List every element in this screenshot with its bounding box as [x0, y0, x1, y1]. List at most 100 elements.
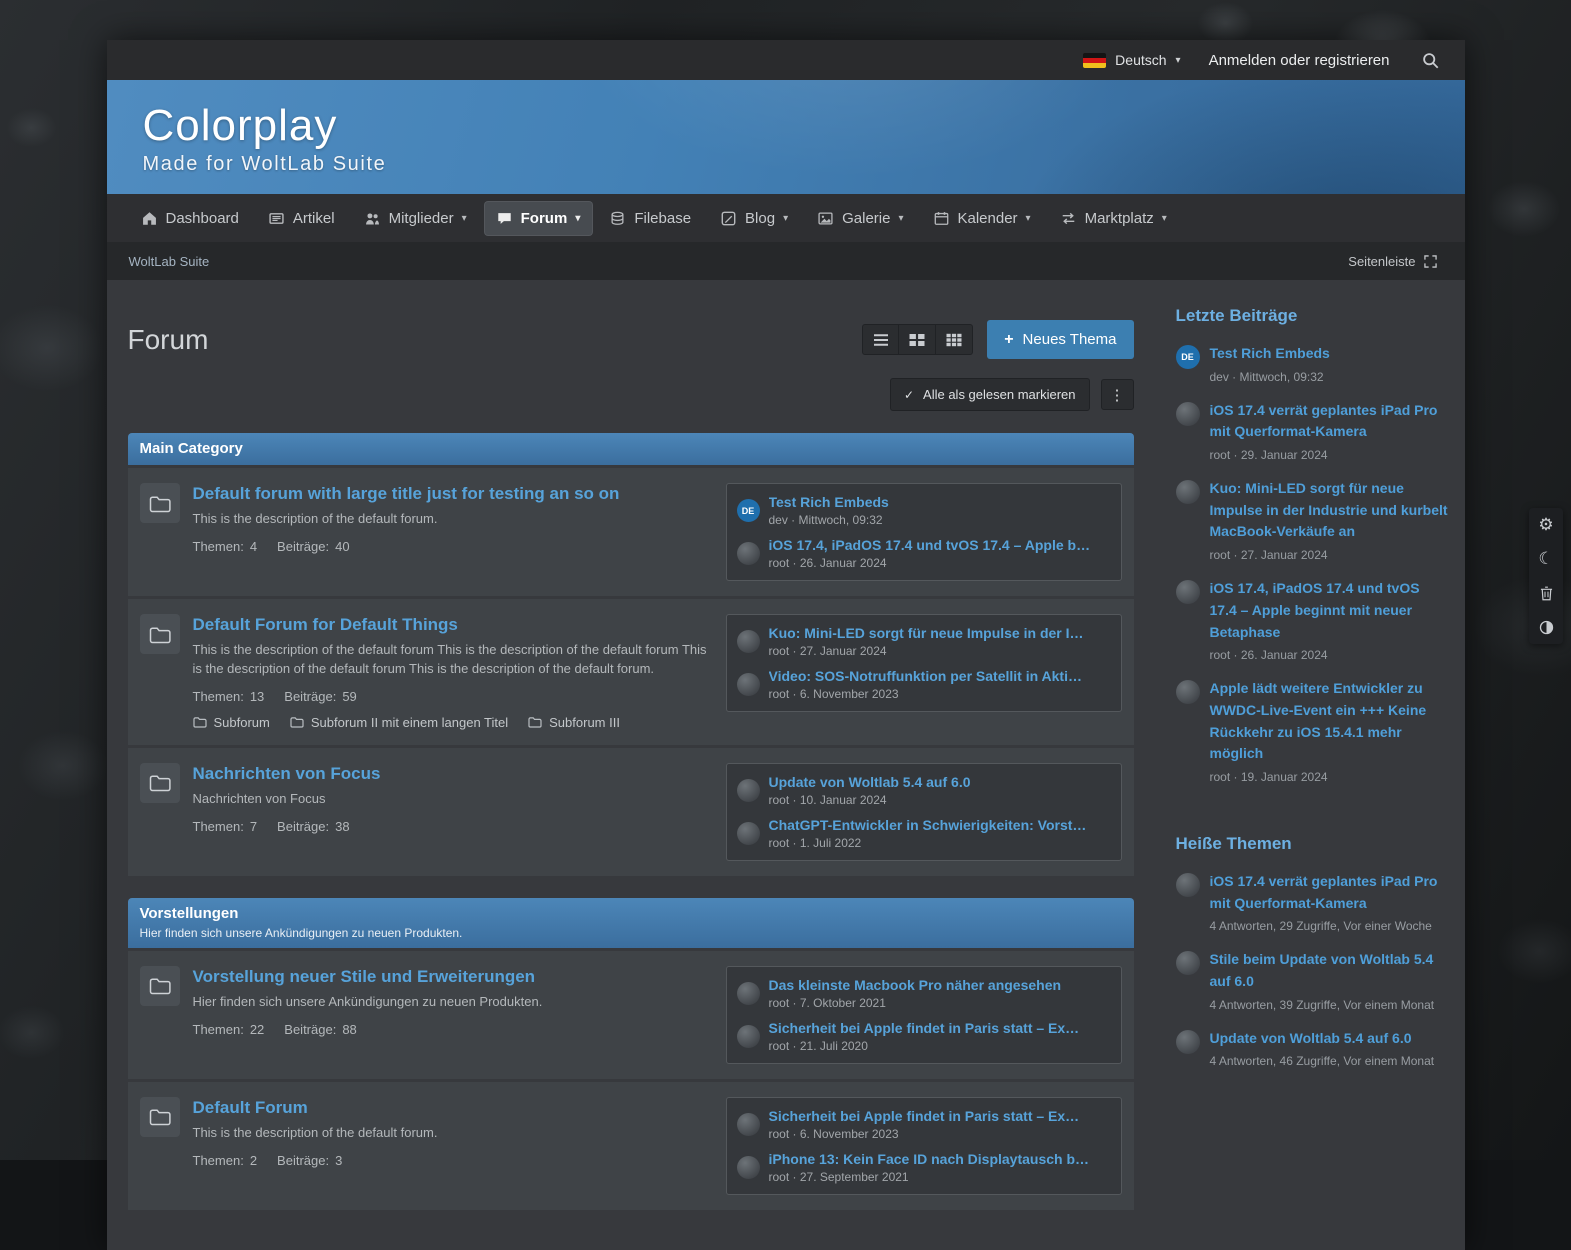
post-title-link[interactable]: iPhone 13: Kein Face ID nach Displaytaus…: [769, 1151, 1111, 1167]
forum-title-link[interactable]: Nachrichten von Focus: [193, 764, 381, 784]
forum-folder-icon[interactable]: [140, 1097, 180, 1137]
category-header[interactable]: Main Category: [128, 433, 1134, 465]
avatar[interactable]: [737, 982, 760, 1005]
forum-title-link[interactable]: Vorstellung neuer Stile und Erweiterunge…: [193, 967, 536, 987]
sidebar-post-link[interactable]: Stile beim Update von Woltlab 5.4 auf 6.…: [1210, 949, 1450, 992]
avatar[interactable]: [737, 822, 760, 845]
latest-post-item[interactable]: Apple lädt weitere Entwickler zu WWDC-Li…: [1176, 678, 1450, 786]
post-title-link[interactable]: ChatGPT-Entwickler in Schwierigkeiten: V…: [769, 817, 1111, 833]
site-header[interactable]: Colorplay Made for WoltLab Suite: [107, 80, 1465, 194]
avatar[interactable]: [737, 673, 760, 696]
sidebar-post-link[interactable]: iOS 17.4 verrät geplantes iPad Pro mit Q…: [1210, 400, 1450, 443]
latest-post-item[interactable]: DE Test Rich Embeds dev · Mittwoch, 09:3…: [1176, 343, 1450, 386]
topics-label: Themen:: [193, 689, 244, 704]
topics-count: 4: [250, 539, 257, 554]
avatar[interactable]: [1176, 680, 1200, 704]
sidebar-post-link[interactable]: Update von Woltlab 5.4 auf 6.0: [1210, 1028, 1450, 1050]
avatar[interactable]: [737, 779, 760, 802]
post-title-link[interactable]: Das kleinste Macbook Pro näher angesehen: [769, 977, 1111, 993]
nav-item-filebase[interactable]: Filebase: [597, 201, 704, 236]
post-title-link[interactable]: iOS 17.4, iPadOS 17.4 und tvOS 17.4 – Ap…: [769, 537, 1111, 553]
last-post-item[interactable]: iPhone 13: Kein Face ID nach Displaytaus…: [737, 1151, 1111, 1184]
nav-item-marktplatz[interactable]: Marktplatz ▾: [1048, 201, 1180, 236]
post-title-link[interactable]: Test Rich Embeds: [769, 494, 1111, 510]
nav-item-blog[interactable]: Blog ▾: [708, 201, 801, 236]
grid-view-button[interactable]: [936, 324, 973, 355]
board-view-button[interactable]: [899, 324, 936, 355]
post-title-link[interactable]: Kuo: Mini-LED sorgt für neue Impulse in …: [769, 625, 1111, 641]
forum-title-link[interactable]: Default forum with large title just for …: [193, 484, 620, 504]
sidebar-post-link[interactable]: iOS 17.4 verrät geplantes iPad Pro mit Q…: [1210, 871, 1450, 914]
subforum-link[interactable]: Subforum II mit einem langen Titel: [290, 715, 508, 730]
forum-stats: Themen: 22 Beiträge: 88: [193, 1022, 713, 1037]
latest-post-item[interactable]: Kuo: Mini-LED sorgt für neue Impulse in …: [1176, 478, 1450, 564]
avatar[interactable]: [737, 542, 760, 565]
breadcrumb-item[interactable]: WoltLab Suite: [129, 254, 210, 269]
dark-mode-button[interactable]: ☾: [1529, 542, 1563, 576]
settings-button[interactable]: ⚙: [1529, 508, 1563, 542]
latest-post-item[interactable]: iOS 17.4 verrät geplantes iPad Pro mit Q…: [1176, 400, 1450, 464]
site-tagline: Made for WoltLab Suite: [143, 153, 1465, 176]
avatar[interactable]: [737, 630, 760, 653]
avatar[interactable]: [737, 1113, 760, 1136]
category-header[interactable]: Vorstellungen Hier finden sich unsere An…: [128, 898, 1134, 948]
forum-folder-icon[interactable]: [140, 483, 180, 523]
avatar[interactable]: [1176, 480, 1200, 504]
subforum-link[interactable]: Subforum III: [528, 715, 620, 730]
last-post-item[interactable]: Das kleinste Macbook Pro näher angesehen…: [737, 977, 1111, 1010]
new-topic-button[interactable]: + Neues Thema: [987, 320, 1133, 359]
avatar[interactable]: [737, 1025, 760, 1048]
forum-folder-icon[interactable]: [140, 614, 180, 654]
sidebar-post-link[interactable]: Apple lädt weitere Entwickler zu WWDC-Li…: [1210, 678, 1450, 765]
hot-topic-item[interactable]: Stile beim Update von Woltlab 5.4 auf 6.…: [1176, 949, 1450, 1013]
avatar[interactable]: [1176, 1030, 1200, 1054]
last-post-item[interactable]: Sicherheit bei Apple findet in Paris sta…: [737, 1020, 1111, 1053]
hot-topic-item[interactable]: iOS 17.4 verrät geplantes iPad Pro mit Q…: [1176, 871, 1450, 935]
avatar[interactable]: [737, 1156, 760, 1179]
site-logo[interactable]: Colorplay: [143, 102, 1465, 150]
last-post-item[interactable]: Sicherheit bei Apple findet in Paris sta…: [737, 1108, 1111, 1141]
last-post-item[interactable]: Kuo: Mini-LED sorgt für neue Impulse in …: [737, 625, 1111, 658]
language-selector[interactable]: Deutsch ▾: [1083, 52, 1180, 68]
nav-item-kalender[interactable]: Kalender ▾: [921, 201, 1044, 236]
avatar[interactable]: [1176, 951, 1200, 975]
forum-folder-icon[interactable]: [140, 966, 180, 1006]
hot-topic-item[interactable]: Update von Woltlab 5.4 auf 6.0 4 Antwort…: [1176, 1028, 1450, 1071]
check-icon: ✓: [904, 389, 914, 401]
list-view-button[interactable]: [862, 324, 899, 355]
last-post-item[interactable]: Update von Woltlab 5.4 auf 6.0 root · 10…: [737, 774, 1111, 807]
login-register-link[interactable]: Anmelden oder registrieren: [1209, 52, 1390, 69]
latest-post-item[interactable]: iOS 17.4, iPadOS 17.4 und tvOS 17.4 – Ap…: [1176, 578, 1450, 664]
post-title-link[interactable]: Sicherheit bei Apple findet in Paris sta…: [769, 1020, 1111, 1036]
avatar[interactable]: [1176, 402, 1200, 426]
more-options-button[interactable]: ⋮: [1101, 379, 1134, 410]
last-post-item[interactable]: Video: SOS-Notruffunktion per Satellit i…: [737, 668, 1111, 701]
post-title-link[interactable]: Sicherheit bei Apple findet in Paris sta…: [769, 1108, 1111, 1124]
last-post-item[interactable]: ChatGPT-Entwickler in Schwierigkeiten: V…: [737, 817, 1111, 850]
last-post-item[interactable]: iOS 17.4, iPadOS 17.4 und tvOS 17.4 – Ap…: [737, 537, 1111, 570]
search-button[interactable]: [1418, 48, 1443, 73]
sidebar-post-link[interactable]: iOS 17.4, iPadOS 17.4 und tvOS 17.4 – Ap…: [1210, 578, 1450, 643]
avatar[interactable]: DE: [737, 499, 760, 522]
nav-item-forum[interactable]: Forum ▾: [484, 201, 594, 236]
nav-item-mitglieder[interactable]: Mitglieder ▾: [352, 201, 480, 236]
trash-button[interactable]: [1529, 576, 1563, 610]
nav-item-galerie[interactable]: Galerie ▾: [805, 201, 916, 236]
sidebar-post-link[interactable]: Kuo: Mini-LED sorgt für neue Impulse in …: [1210, 478, 1450, 543]
sidebar-post-link[interactable]: Test Rich Embeds: [1210, 343, 1450, 365]
subforum-link[interactable]: Subforum: [193, 715, 270, 730]
last-post-item[interactable]: DE Test Rich Embeds dev · Mittwoch, 09:3…: [737, 494, 1111, 527]
avatar[interactable]: DE: [1176, 345, 1200, 369]
sidebar-toggle-button[interactable]: Seitenleiste: [1342, 253, 1442, 270]
post-title-link[interactable]: Video: SOS-Notruffunktion per Satellit i…: [769, 668, 1111, 684]
style-switcher-button[interactable]: [1529, 610, 1563, 644]
post-title-link[interactable]: Update von Woltlab 5.4 auf 6.0: [769, 774, 1111, 790]
nav-item-artikel[interactable]: Artikel: [256, 201, 348, 236]
forum-title-link[interactable]: Default Forum for Default Things: [193, 615, 458, 635]
nav-item-dashboard[interactable]: Dashboard: [129, 201, 252, 236]
avatar[interactable]: [1176, 580, 1200, 604]
avatar[interactable]: [1176, 873, 1200, 897]
forum-folder-icon[interactable]: [140, 763, 180, 803]
forum-title-link[interactable]: Default Forum: [193, 1098, 308, 1118]
mark-all-read-button[interactable]: ✓ Alle als gelesen markieren: [890, 378, 1090, 411]
